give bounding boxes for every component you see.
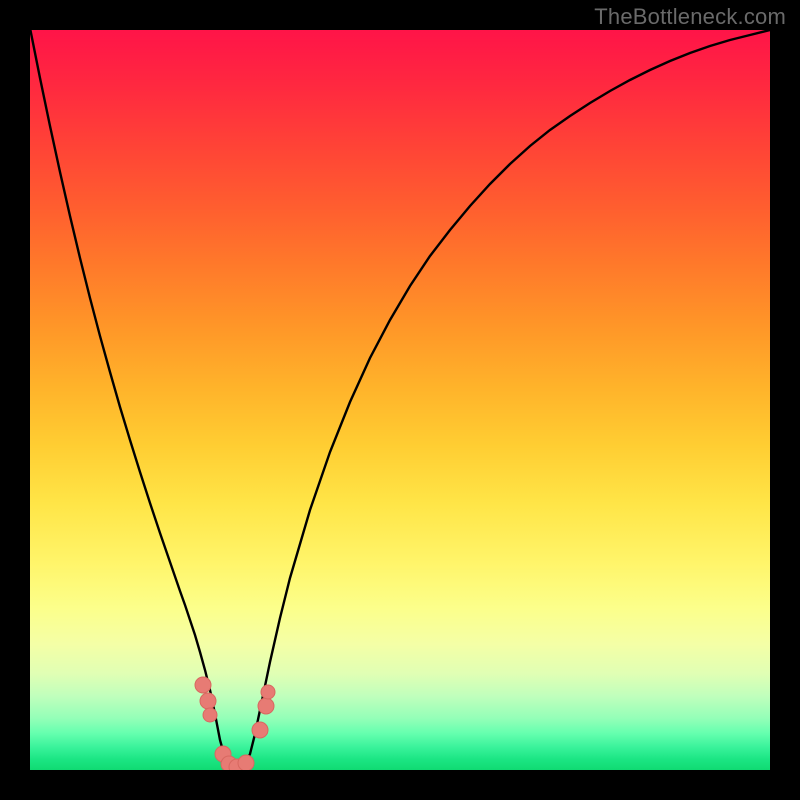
data-markers xyxy=(195,677,275,770)
data-marker xyxy=(200,693,216,709)
bottleneck-curve xyxy=(30,30,770,768)
plot-area xyxy=(30,30,770,770)
curve-svg xyxy=(30,30,770,770)
data-marker xyxy=(203,708,217,722)
data-marker xyxy=(252,722,268,738)
data-marker xyxy=(261,685,275,699)
data-marker xyxy=(195,677,211,693)
data-marker xyxy=(238,755,254,770)
watermark-text: TheBottleneck.com xyxy=(594,4,786,30)
data-marker xyxy=(258,698,274,714)
chart-frame: TheBottleneck.com xyxy=(0,0,800,800)
